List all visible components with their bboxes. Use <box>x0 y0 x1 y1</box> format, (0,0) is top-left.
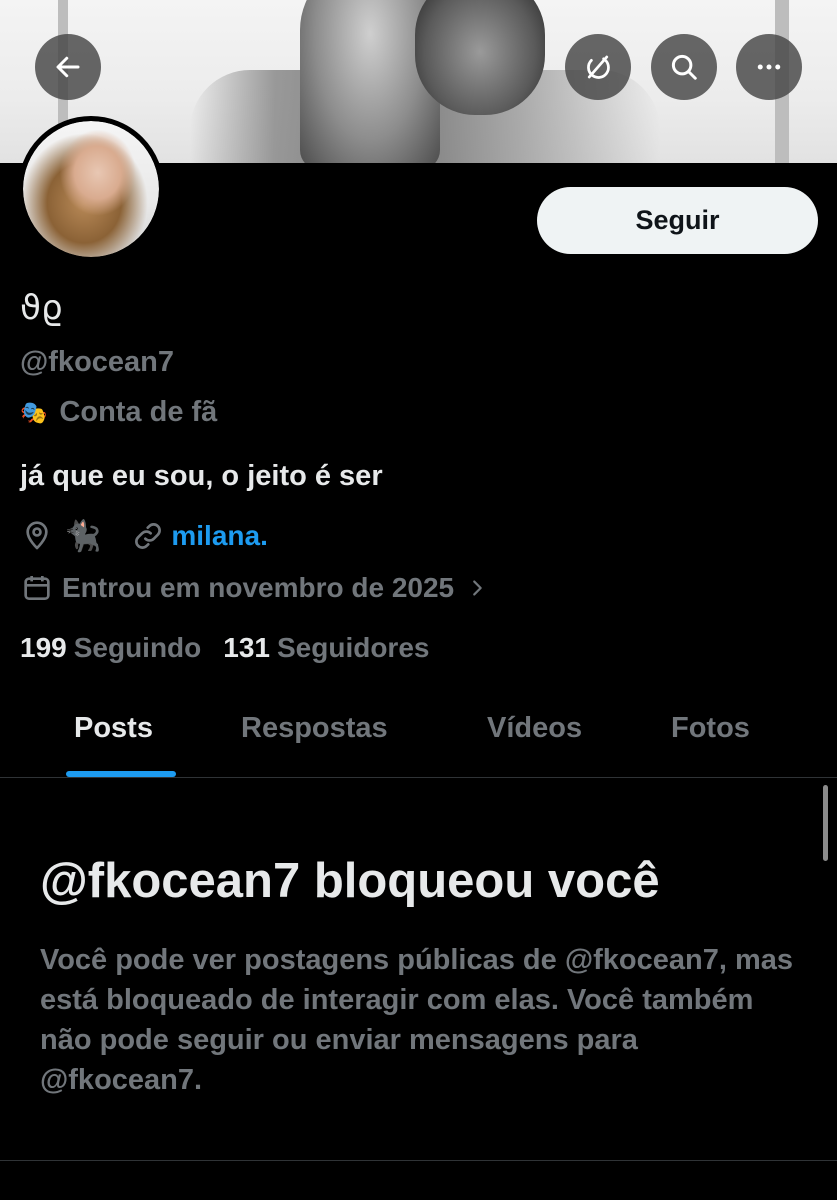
follow-stats: 199 Seguindo 131 Seguidores <box>20 632 429 664</box>
display-name: ϑϱ <box>20 288 63 328</box>
location-text: 🐈‍⬛ <box>64 519 102 553</box>
profile-meta-row: 🐈‍⬛ milana. <box>20 516 268 556</box>
active-tab-indicator <box>66 771 176 777</box>
fan-account-label: 🎭 Conta de fã <box>20 396 217 429</box>
tab-videos[interactable]: Vídeos <box>487 712 582 745</box>
grok-icon <box>587 55 610 79</box>
joined-row[interactable]: Entrou em novembro de 2025 <box>20 568 494 608</box>
avatar-photo <box>23 121 159 257</box>
followers-stat[interactable]: 131 Seguidores <box>223 632 429 664</box>
search-button[interactable] <box>651 34 717 100</box>
bio: já que eu sou, o jeito é ser <box>20 460 383 492</box>
chevron-right-icon <box>460 571 494 605</box>
calendar-icon <box>20 571 54 605</box>
scrollbar[interactable] <box>823 785 828 861</box>
blocked-title: @fkocean7 bloqueou você <box>40 854 660 908</box>
followers-count: 131 <box>223 632 270 663</box>
handle: @fkocean7 <box>20 346 175 378</box>
link-icon <box>131 519 165 553</box>
arrow-left-icon <box>56 56 80 78</box>
fan-account-text: Conta de fã <box>59 396 218 428</box>
following-count: 199 <box>20 632 67 663</box>
following-label: Seguindo <box>73 632 202 663</box>
divider <box>0 1160 837 1161</box>
tab-respostas[interactable]: Respostas <box>241 712 388 745</box>
following-stat[interactable]: 199 Seguindo <box>20 632 201 664</box>
profile-tabs: Posts Respostas Vídeos Fotos <box>0 700 837 778</box>
avatar[interactable] <box>18 116 164 262</box>
performing-arts-icon: 🎭 <box>20 399 48 425</box>
location-pin-icon <box>20 519 54 553</box>
joined-date: Entrou em novembro de 2025 <box>62 572 455 603</box>
more-icon <box>757 64 781 70</box>
grok-button[interactable] <box>565 34 631 100</box>
back-button[interactable] <box>35 34 101 100</box>
profile-page: Seguir ϑϱ @fkocean7 🎭 Conta de fã já que… <box>0 0 837 1200</box>
tab-posts[interactable]: Posts <box>74 712 153 745</box>
search-icon <box>671 54 697 80</box>
banner-person <box>415 0 545 115</box>
follow-button[interactable]: Seguir <box>537 187 818 254</box>
website-link[interactable]: milana. <box>171 520 267 552</box>
followers-label: Seguidores <box>276 632 430 663</box>
tab-fotos[interactable]: Fotos <box>671 712 750 745</box>
more-button[interactable] <box>736 34 802 100</box>
blocked-message: Você pode ver postagens públicas de @fko… <box>40 944 793 1096</box>
